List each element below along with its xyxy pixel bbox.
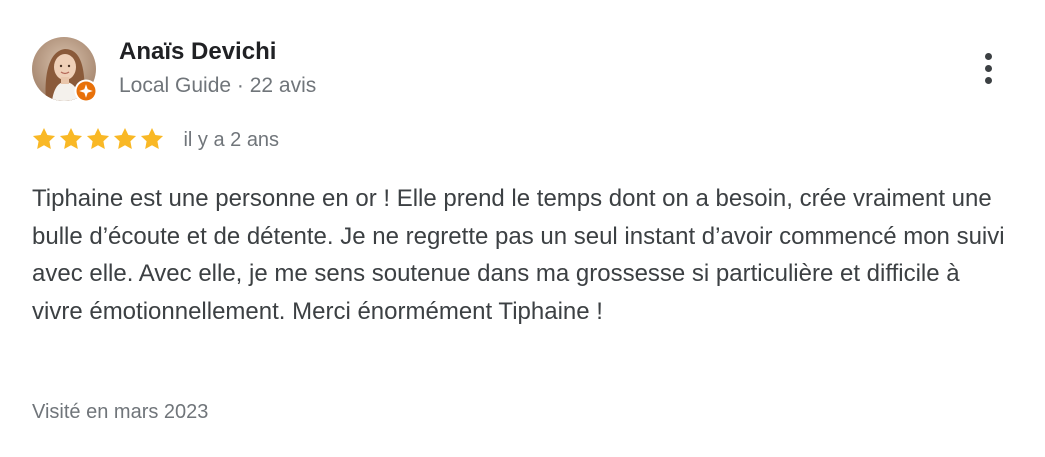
author-avatar[interactable] [32,37,98,103]
star-icon [140,127,164,149]
visit-date: Visité en mars 2023 [32,401,209,423]
star-icon [86,127,110,149]
author-name[interactable]: Anaïs Devichi [119,38,276,66]
author-meta[interactable]: Local Guide · 22 avis [119,74,316,98]
local-guide-badge-icon [74,79,98,103]
rating-row: il y a 2 ans [31,126,279,154]
review-date: il y a 2 ans [183,128,280,151]
review-card: Anaïs Devichi Local Guide · 22 avis il y… [0,0,1045,457]
star-icon [59,127,83,149]
star-icon [113,127,137,149]
star-icon [32,127,56,149]
star-rating [31,126,166,152]
more-options-button[interactable] [974,50,1004,86]
review-text: Tiphaine est une personne en or ! Elle p… [32,185,1005,325]
